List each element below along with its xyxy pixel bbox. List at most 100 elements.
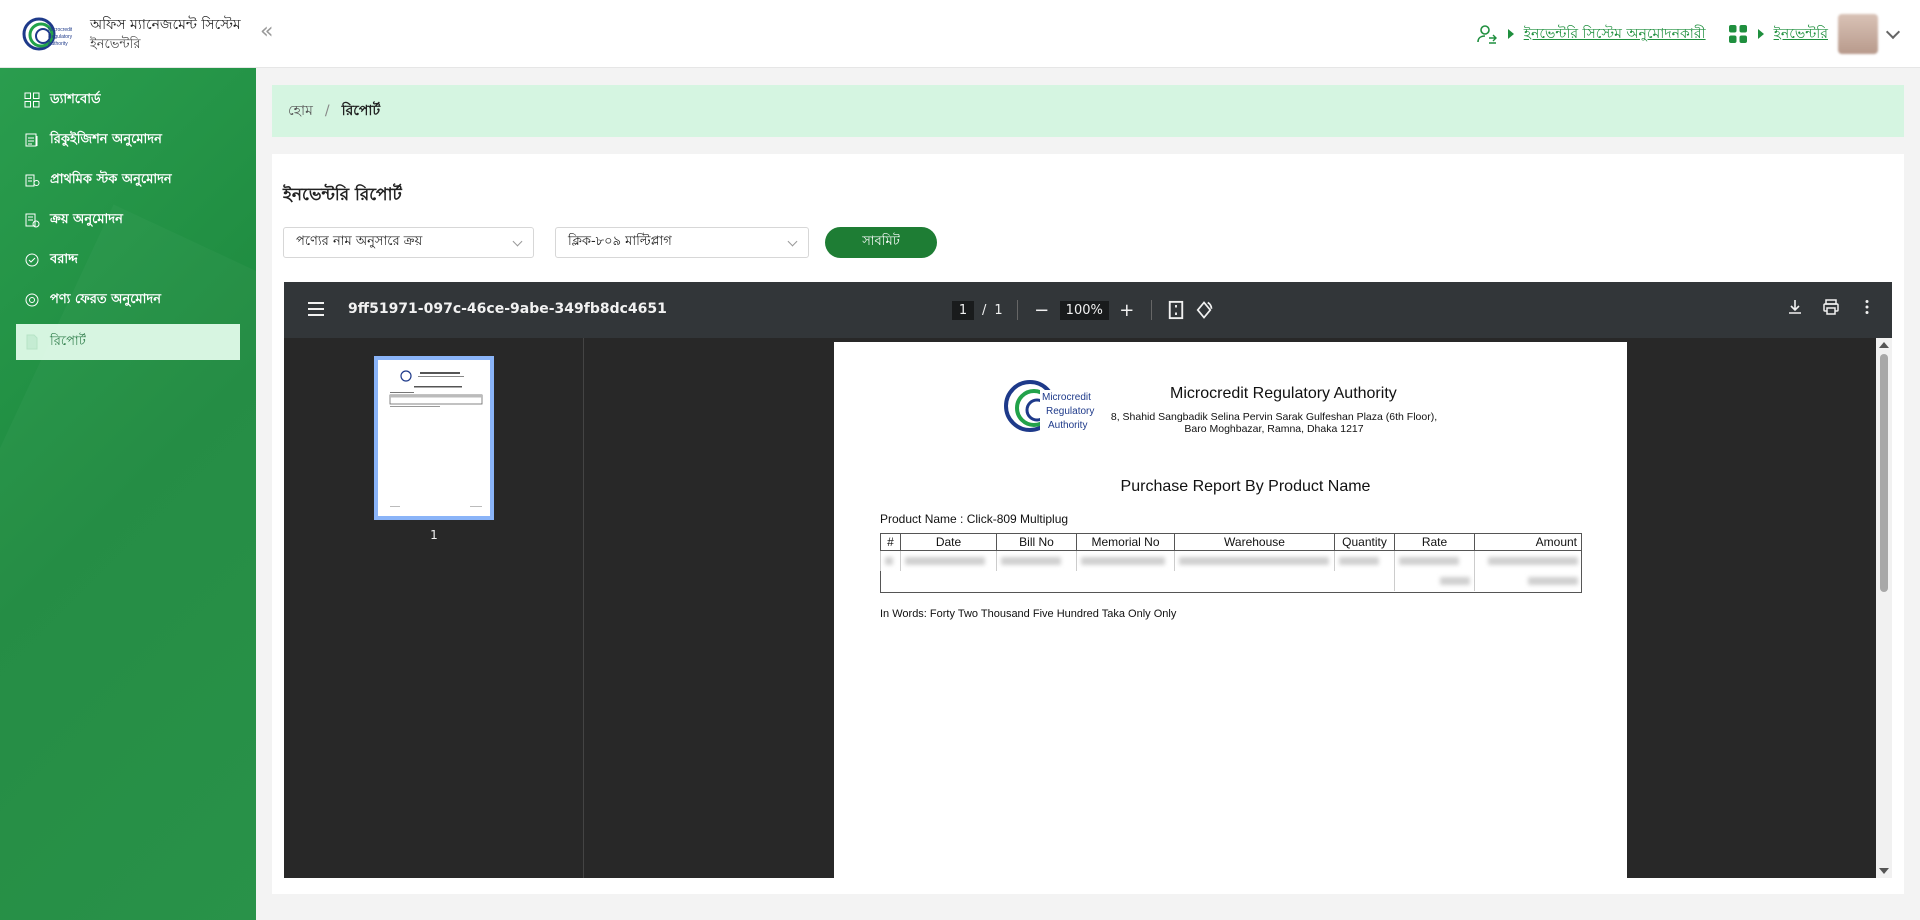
module-name: ইনভেন্টরি [90,37,141,52]
logo-text-1: Microcredit [48,27,72,33]
page-separator: / [982,302,987,318]
toolbar-divider [1150,300,1152,320]
sidebar-item-label: রিপোর্ট [50,333,86,349]
product-name-line: Product Name : Click-809 Multiplug [880,512,1069,526]
apps-grid-icon[interactable] [1728,24,1748,44]
breadcrumb-home[interactable]: হোম [288,99,313,123]
pdf-page: Microcredit Regulatory Authority Microcr… [834,342,1627,878]
zoom-in-button[interactable]: + [1117,300,1137,321]
pdf-actions [1786,298,1876,316]
thumbnail-preview [389,370,483,507]
module-link[interactable]: ইনভেন্টরি [1774,22,1828,46]
breadcrumb: হোম / রিপোর্ট [272,85,1904,137]
fit-page-icon[interactable] [1166,300,1186,320]
scroll-up-icon[interactable] [1879,342,1889,348]
org-name: Microcredit Regulatory Authority [1170,385,1397,402]
col-header: Memorial No [1076,533,1175,551]
requisition-icon [25,133,38,147]
logo-text-2: Regulatory [48,34,72,40]
dashboard-icon [24,92,40,108]
sidebar-item-label: রিকুইজিশন অনুমোদন [50,131,162,147]
page-thumbnail[interactable] [374,356,494,520]
scroll-down-icon[interactable] [1879,868,1889,874]
sidebar: ড্যাশবোর্ড রিকুইজিশন অনুমোদন প্রাথমিক স্… [0,68,256,920]
report-table: # Date Bill No Memorial No Warehouse Qua… [880,533,1582,591]
sidebar-item-requisition[interactable]: রিকুইজিশন অনুমোদন [16,122,240,158]
stock-icon [25,174,40,187]
sidebar-item-label: ড্যাশবোর্ড [50,91,101,107]
sidebar-item-label: বরাদ্দ [50,251,78,267]
col-header: Bill No [996,533,1077,551]
table-total-row [881,570,1582,591]
col-header: # [880,533,901,551]
menu-icon[interactable] [308,302,324,316]
caret-right-icon [1507,29,1514,39]
thumbnail-panel: 1 [284,338,584,878]
chevron-down-icon [787,236,798,247]
sidebar-item-initial-stock[interactable]: প্রাথমিক স্টক অনুমোদন [16,162,240,198]
caret-right-icon [1757,29,1764,39]
logo-text-1: Microcredit [1042,392,1091,403]
report-card: ইনভেন্টরি রিপোর্ট পণ্যের নাম অনুসারে ক্র… [272,154,1904,894]
sidebar-item-label: পণ্য ফেরত অনুমোদন [50,291,162,307]
product-value: ক্লিক-৮০৯ মাল্টিপ্লাগ [568,234,672,249]
thumbnail-page-number: 1 [430,528,438,542]
print-icon[interactable] [1822,298,1840,316]
col-header: Quantity [1334,533,1395,551]
sidebar-item-return[interactable]: পণ্য ফেরত অনুমোদন [16,282,240,318]
brand: অফিস ম্যানেজমেন্ট সিস্টেম ইনভেন্টরি [90,15,241,55]
mra-logo: Microcredit Regulatory Authority [1004,380,1094,434]
sidebar-item-label: প্রাথমিক স্টক অনুমোদন [50,171,172,187]
col-header: Warehouse [1174,533,1335,551]
mra-logo: Microcredit Regulatory Authority [22,17,72,51]
logo-text-2: Regulatory [1046,406,1094,417]
col-header: Rate [1394,533,1475,551]
pdf-file-name: 9ff51971-097c-46ce-9abe-349fb8dc4651 [348,301,667,317]
user-switch-icon [1476,25,1497,44]
role-link[interactable]: ইনভেন্টরি সিস্টেম অনুমোদনকারী [1524,22,1706,46]
chevron-down-icon [512,236,523,247]
breadcrumb-current: রিপোর্ট [341,103,381,119]
scroll-thumb[interactable] [1880,354,1888,592]
page-title: ইনভেন্টরি রিপোর্ট [283,185,402,205]
rotate-icon[interactable] [1194,300,1214,320]
top-header: Microcredit Regulatory Authority অফিস ম্… [0,0,1920,68]
org-address: 8, Shahid Sangbadik Selina Pervin Sarak … [1104,411,1444,435]
allocation-icon [25,253,39,267]
report-icon [26,334,38,350]
zoom-out-button[interactable]: − [1032,300,1052,321]
table-header-row: # Date Bill No Memorial No Warehouse Qua… [880,533,1582,551]
more-options-icon[interactable] [1858,298,1876,316]
avatar[interactable] [1838,14,1878,54]
collapse-sidebar-button[interactable]: « [260,20,273,44]
toolbar-divider [1016,300,1018,320]
header-right: ইনভেন্টরি সিস্টেম অনুমোদনকারী ইনভেন্টরি [1476,14,1901,54]
sidebar-item-report[interactable]: রিপোর্ট [16,324,240,360]
page-total: 1 [994,302,1003,318]
page-number-input[interactable]: 1 [952,300,974,320]
sidebar-item-allocation[interactable]: বরাদ্দ [16,242,240,278]
address-line-2: Baro Moghbazar, Ramna, Dhaka 1217 [1184,423,1364,435]
col-header: Amount [1474,533,1582,551]
purchase-icon [25,213,40,228]
download-icon[interactable] [1786,298,1804,316]
address-line-1: 8, Shahid Sangbadik Selina Pervin Sarak … [1110,411,1438,423]
report-title: Purchase Report By Product Name [1120,478,1371,495]
pdf-viewer: 9ff51971-097c-46ce-9abe-349fb8dc4651 1 /… [284,282,1892,878]
zoom-input[interactable]: 100% [1059,300,1109,320]
logo-text-3: Authority [1048,420,1087,431]
report-type-select[interactable]: পণ্যের নাম অনুসারে ক্রয় [283,227,534,258]
sidebar-item-label: ক্রয় অনুমোদন [50,211,123,227]
report-type-value: পণ্যের নাম অনুসারে ক্রয় [296,234,423,249]
amount-in-words: In Words: Forty Two Thousand Five Hundre… [880,608,1177,620]
pdf-toolbar: 9ff51971-097c-46ce-9abe-349fb8dc4651 1 /… [284,282,1892,338]
submit-button[interactable]: সাবমিট [825,227,937,258]
return-icon [25,293,39,307]
table-row [880,550,1582,571]
pdf-scrollbar[interactable] [1876,338,1892,878]
sidebar-item-dashboard[interactable]: ড্যাশবোর্ড [16,82,240,118]
breadcrumb-separator: / [324,103,330,119]
chevron-down-icon[interactable] [1885,24,1901,39]
sidebar-item-purchase[interactable]: ক্রয় অনুমোদন [16,202,240,238]
product-select[interactable]: ক্লিক-৮০৯ মাল্টিপ্লাগ [555,227,809,258]
